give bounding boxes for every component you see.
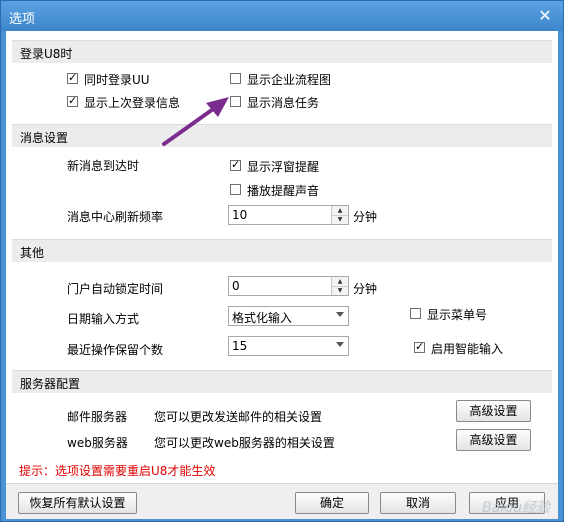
button-bar: 恢复所有默认设置 确定 取消 应用 Baidu经验 [6,483,558,519]
chevron-down-icon [336,312,344,317]
recent-ops-value: 15 [232,339,248,353]
section-title-login: 登录U8时 [20,47,73,61]
refresh-rate-value: 10 [232,208,248,222]
web-server-description: 您可以更改web服务器的相关设置 [154,436,335,450]
autolock-spinner[interactable]: ▲ ▼ [331,277,348,295]
show-last-login-checkbox[interactable] [67,94,78,107]
dialog-body: 登录U8时 同时登录UU 显示上次登录信息 显示企业流程图 显示消息任务 消息设… [6,31,558,519]
title-bar[interactable]: 选项 ✕ [1,1,563,31]
popup-reminder-label: 显示浮窗提醒 [247,160,320,174]
section-header-message: 消息设置 [12,124,552,147]
refresh-rate-stepper[interactable]: 10 ▲ ▼ [228,205,349,225]
show-menu-number-label: 显示菜单号 [427,308,488,322]
section-title-server: 服务器配置 [20,377,81,391]
show-message-task-checkbox[interactable] [230,96,241,107]
ok-button[interactable]: 确定 [295,492,369,514]
restore-defaults-button[interactable]: 恢复所有默认设置 [18,492,137,514]
show-menu-number-checkbox[interactable] [410,308,421,319]
cancel-button[interactable]: 取消 [380,492,456,514]
web-server-label: web服务器 [67,436,128,450]
show-flowchart-checkbox[interactable] [230,73,241,84]
web-advanced-settings-button[interactable]: 高级设置 [456,429,531,451]
recent-ops-label: 最近操作保留个数 [67,343,164,357]
mail-server-label: 邮件服务器 [67,410,128,424]
show-last-login-label: 显示上次登录信息 [84,96,181,110]
date-input-value: 格式化输入 [232,311,293,325]
show-message-task-label: 显示消息任务 [247,96,320,110]
chevron-down-icon [336,342,344,347]
new-message-label: 新消息到达时 [67,159,140,173]
refresh-rate-label: 消息中心刷新频率 [67,210,164,224]
smart-input-checkbox[interactable] [414,340,425,353]
close-icon[interactable]: ✕ [535,6,555,26]
section-title-message: 消息设置 [20,131,69,145]
mail-advanced-settings-button[interactable]: 高级设置 [456,400,531,422]
section-title-other: 其他 [20,246,45,260]
play-sound-checkbox[interactable] [230,184,241,195]
section-header-login: 登录U8时 [12,40,552,63]
section-header-server: 服务器配置 [12,370,552,393]
window-title: 选项 [9,12,36,27]
autolock-value: 0 [232,279,240,293]
spin-down-icon[interactable]: ▼ [332,215,348,224]
play-sound-label: 播放提醒声音 [247,184,320,198]
autolock-unit: 分钟 [353,282,378,296]
smart-input-label: 启用智能输入 [431,342,504,356]
mail-server-description: 您可以更改发送邮件的相关设置 [154,410,323,424]
section-header-other: 其他 [12,239,552,262]
refresh-rate-unit: 分钟 [353,210,378,224]
options-dialog: 选项 ✕ 登录U8时 同时登录UU 显示上次登录信息 显示企业流程图 显示消息任… [0,0,564,522]
restart-hint: 提示：选项设置需要重启U8才能生效 [19,464,216,478]
sync-login-uu-checkbox[interactable] [67,71,78,84]
autolock-label: 门户自动锁定时间 [67,282,164,296]
sync-login-uu-label: 同时登录UU [84,73,150,87]
date-input-select[interactable]: 格式化输入 [228,306,349,326]
show-flowchart-label: 显示企业流程图 [247,73,332,87]
refresh-rate-spinner[interactable]: ▲ ▼ [331,206,348,224]
date-input-label: 日期输入方式 [67,312,140,326]
watermark: Baidu经验 [482,500,550,516]
recent-ops-select[interactable]: 15 [228,336,349,356]
spin-down-icon[interactable]: ▼ [332,286,348,295]
popup-reminder-checkbox[interactable] [230,158,241,171]
autolock-stepper[interactable]: 0 ▲ ▼ [228,276,349,296]
